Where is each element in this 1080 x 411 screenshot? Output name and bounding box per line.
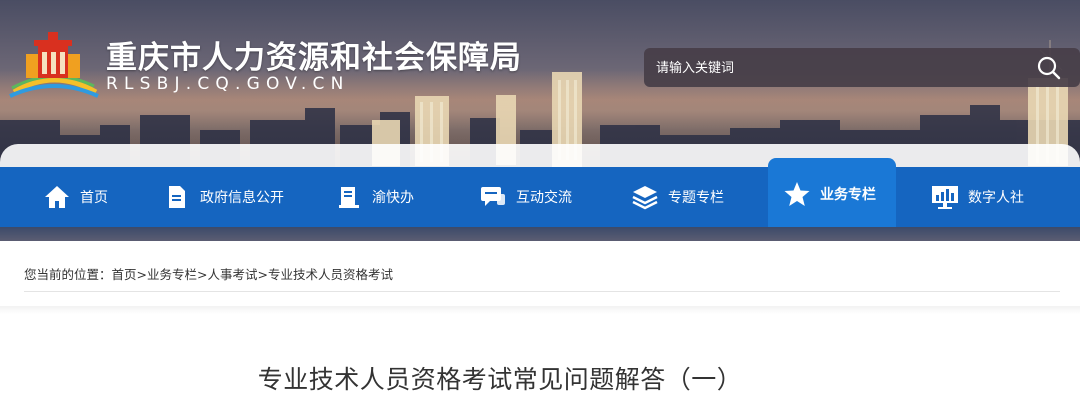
nav-item-label: 渝快办 [372, 190, 414, 206]
clipboard-icon [334, 182, 364, 212]
nav-item-label: 政府信息公开 [200, 190, 284, 206]
star-icon [782, 179, 812, 209]
breadcrumb-link-home[interactable]: 首页 [112, 267, 137, 282]
monitor-chart-icon [930, 182, 960, 212]
breadcrumb-link-professional-exam[interactable]: 专业技术人员资格考试 [268, 267, 393, 282]
search-box[interactable] [644, 48, 1080, 87]
breadcrumb-separator: > [136, 267, 148, 282]
nav-item-home[interactable]: 首页 [42, 167, 108, 227]
site-domain: RLSBJ.CQ.GOV.CN [106, 74, 350, 94]
breadcrumb-link-business[interactable]: 业务专栏 [147, 267, 197, 282]
nav-item-interaction[interactable]: 互动交流 [478, 167, 572, 227]
nav-item-label: 业务专栏 [820, 187, 876, 203]
home-icon [42, 182, 72, 212]
document-icon [162, 182, 192, 212]
nav-item-business[interactable]: 业务专栏 [768, 158, 896, 230]
government-building-logo [9, 32, 99, 98]
breadcrumb-link-personnel-exam[interactable]: 人事考试 [208, 267, 258, 282]
page: 重庆市人力资源和社会保障局 RLSBJ.CQ.GOV.CN 首页 政府信息公开 … [0, 0, 1080, 411]
nav-bottom-strip [0, 227, 1080, 241]
nav-item-gov-info[interactable]: 政府信息公开 [162, 167, 284, 227]
search-input[interactable] [656, 57, 1016, 79]
nav-item-digital-hrss[interactable]: 数字人社 [930, 167, 1024, 227]
nav-item-label: 数字人社 [968, 190, 1024, 206]
chat-icon [478, 182, 508, 212]
nav-item-yukuaiban[interactable]: 渝快办 [334, 167, 414, 227]
article-title: 专业技术人员资格考试常见问题解答（一） [257, 365, 743, 394]
breadcrumb: 您当前的位置：首页>业务专栏>人事考试>专业技术人员资格考试 [24, 264, 1060, 292]
nav-item-special-topics[interactable]: 专题专栏 [630, 167, 724, 227]
layers-icon [630, 182, 660, 212]
search-icon[interactable] [1036, 55, 1062, 81]
breadcrumb-separator: > [197, 267, 208, 282]
site-title: 重庆市人力资源和社会保障局 [106, 40, 522, 76]
breadcrumb-separator: > [257, 267, 269, 282]
content-divider [0, 306, 1080, 314]
nav-item-label: 互动交流 [516, 190, 572, 206]
nav-item-label: 首页 [80, 190, 108, 206]
breadcrumb-prefix: 您当前的位置： [24, 267, 112, 282]
nav-item-label: 专题专栏 [668, 190, 724, 206]
